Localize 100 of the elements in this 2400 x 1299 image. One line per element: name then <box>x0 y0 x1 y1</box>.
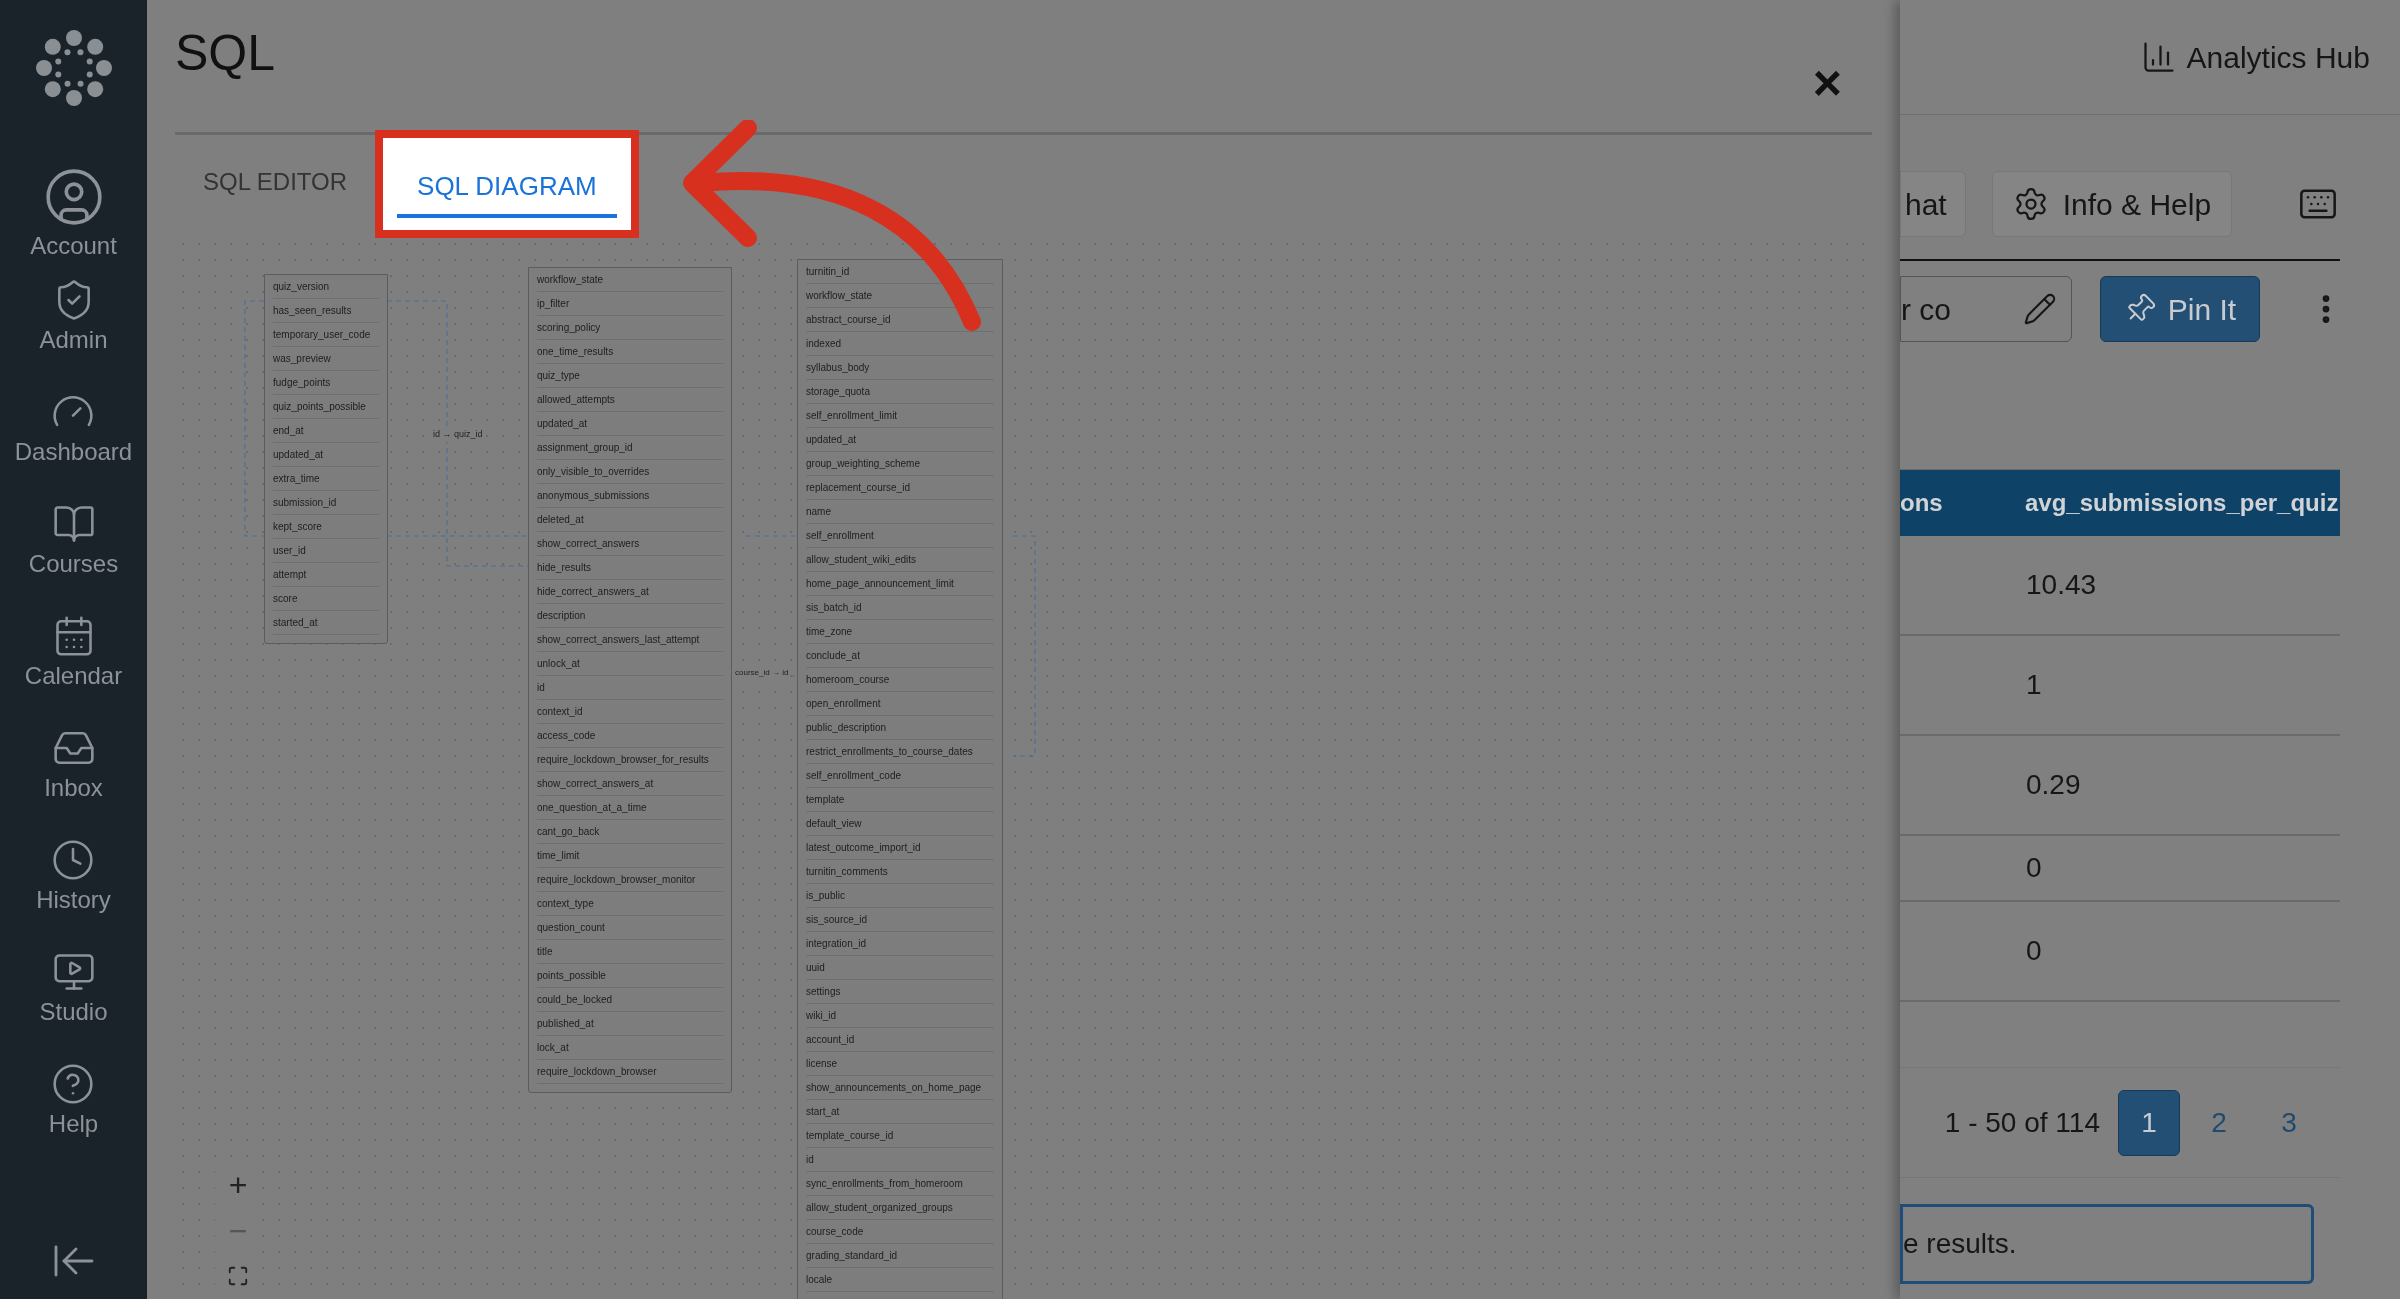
column-name: start_at <box>806 1100 994 1124</box>
column-name: cant_go_back <box>537 820 723 844</box>
nav-item[interactable]: Dashboard <box>14 390 133 502</box>
column-name: unlock_at <box>537 652 723 676</box>
column-name: workflow_state <box>806 284 994 308</box>
logo-icon[interactable] <box>35 30 112 106</box>
close-button[interactable]: × <box>1812 58 1842 108</box>
nav-item[interactable]: History <box>36 838 111 950</box>
column-name: locale <box>806 1268 994 1292</box>
nav-item[interactable]: Account <box>30 166 117 278</box>
column-name: self_enrollment_code <box>806 764 994 788</box>
column-name: workflow_state <box>537 268 723 292</box>
query-field[interactable]: r co <box>1900 276 2072 342</box>
column-name: allow_student_wiki_edits <box>806 548 994 572</box>
table-node[interactable] <box>528 267 732 1093</box>
pencil-icon <box>2023 292 2057 326</box>
relation-label: id → quiz_id <box>433 428 483 442</box>
pin-button[interactable]: Pin It <box>2100 276 2260 342</box>
column-name: attempt <box>273 563 379 587</box>
pagination-range: 1 - 50 of 114 <box>1944 1105 2100 1140</box>
column-name: storage_quota <box>806 380 994 404</box>
nav-item[interactable]: Inbox <box>44 726 103 838</box>
column-name: allowed_attempts <box>537 388 723 412</box>
column-name: group_weighting_scheme <box>806 452 994 476</box>
column-name: sis_batch_id <box>806 596 994 620</box>
column-name: end_at <box>273 419 379 443</box>
column-name: show_correct_answers <box>537 532 723 556</box>
tab[interactable]: SQL EDITOR <box>175 154 376 214</box>
column-name: course_code <box>806 1220 994 1244</box>
column-name: one_question_at_a_time <box>537 796 723 820</box>
column-name: turnitin_id <box>806 260 994 284</box>
column-name: context_type <box>537 892 723 916</box>
header-title: Analytics Hub <box>2186 39 2370 76</box>
column-name: sis_source_id <box>806 908 994 932</box>
column-name: kept_score <box>273 515 379 539</box>
column-name: wiki_id <box>806 1004 994 1028</box>
table-cell-text: 10.43 <box>2025 568 2097 602</box>
relation-label: course_id → id <box>735 667 789 679</box>
column-name: sync_enrollments_from_homeroom <box>806 1172 994 1196</box>
column-name: account_id <box>806 1028 994 1052</box>
help-icon <box>51 1062 96 1106</box>
column-name: could_be_locked <box>537 988 723 1012</box>
column-name: only_visible_to_overrides <box>537 460 723 484</box>
column-name: is_public <box>806 884 994 908</box>
nav-item[interactable]: Calendar <box>24 614 123 726</box>
column-name: template_course_id <box>806 1124 994 1148</box>
column-name: indexed <box>806 332 994 356</box>
column-header[interactable]: ons <box>1900 485 2005 521</box>
chat-button[interactable]: hat <box>1900 171 1966 237</box>
column-name: default_view <box>806 812 994 836</box>
column-name: grading_standard_id <box>806 1244 994 1268</box>
column-name: context_id <box>537 700 723 724</box>
nav-item[interactable]: Studio <box>39 950 108 1062</box>
column-name: access_code <box>537 724 723 748</box>
column-name: license <box>806 1052 994 1076</box>
info-help-button[interactable]: Info & Help <box>1991 171 2233 237</box>
column-name: public_description <box>806 716 994 740</box>
column-name: scoring_policy <box>537 316 723 340</box>
column-name: anonymous_submissions <box>537 484 723 508</box>
column-name: published_at <box>537 1012 723 1036</box>
nav-item[interactable]: Admin <box>39 278 108 390</box>
column-name: conclude_at <box>806 644 994 668</box>
column-name: deleted_at <box>537 508 723 532</box>
column-name: one_time_results <box>537 340 723 364</box>
column-name: home_page_announcement_limit <box>806 572 994 596</box>
column-name: extra_time <box>273 467 379 491</box>
column-name: restrict_enrollments_to_course_dates <box>806 740 994 764</box>
tab[interactable]: SQL DIAGRAM <box>397 158 617 218</box>
column-name: allow_student_organized_groups <box>806 1196 994 1220</box>
zoom-in-button[interactable]: + <box>215 1161 261 1207</box>
column-name: id <box>537 676 723 700</box>
column-header[interactable]: avg_submissions_per_quiz <box>2005 485 2339 521</box>
column-name: fudge_points <box>273 371 379 395</box>
column-name: has_seen_results <box>273 299 379 323</box>
page-button[interactable]: 1 <box>2118 1089 2180 1156</box>
table-cell-text: 0 <box>2025 934 2042 968</box>
fit-view-icon[interactable] <box>227 1265 249 1287</box>
column-name: score <box>273 587 379 611</box>
column-name: submission_id <box>273 491 379 515</box>
table-node[interactable]: quiz_version has_seen_results temporary_user_code was_preview fudge_points quiz_points_possible end_at updated_at extra_time submission_id kept_score user_id attempt score started_at <box>264 274 388 644</box>
column-name: quiz_version <box>273 275 379 299</box>
column-name: self_enrollment <box>806 524 994 548</box>
column-name: replacement_course_id <box>806 476 994 500</box>
column-name: started_at <box>273 611 379 635</box>
nav-item[interactable]: Courses <box>28 502 119 614</box>
clock-icon <box>51 838 96 882</box>
column-name: name <box>806 500 994 524</box>
column-name: hide_results <box>537 556 723 580</box>
nav-item[interactable]: Help <box>48 1062 99 1174</box>
message-box: e results. <box>1900 1204 2314 1284</box>
table-cell-text: 1 <box>2025 668 2042 702</box>
table-node[interactable] <box>797 259 1003 1299</box>
table-cell-text: 0 <box>2025 851 2042 885</box>
column-name: time_limit <box>537 844 723 868</box>
column-name: syllabus_body <box>806 356 994 380</box>
column-name: temporary_user_code <box>273 323 379 347</box>
column-name: title <box>537 940 723 964</box>
column-name: require_lockdown_browser_for_results <box>537 748 723 772</box>
column-name: updated_at <box>806 428 994 452</box>
column-name: require_lockdown_browser_monitor <box>537 868 723 892</box>
